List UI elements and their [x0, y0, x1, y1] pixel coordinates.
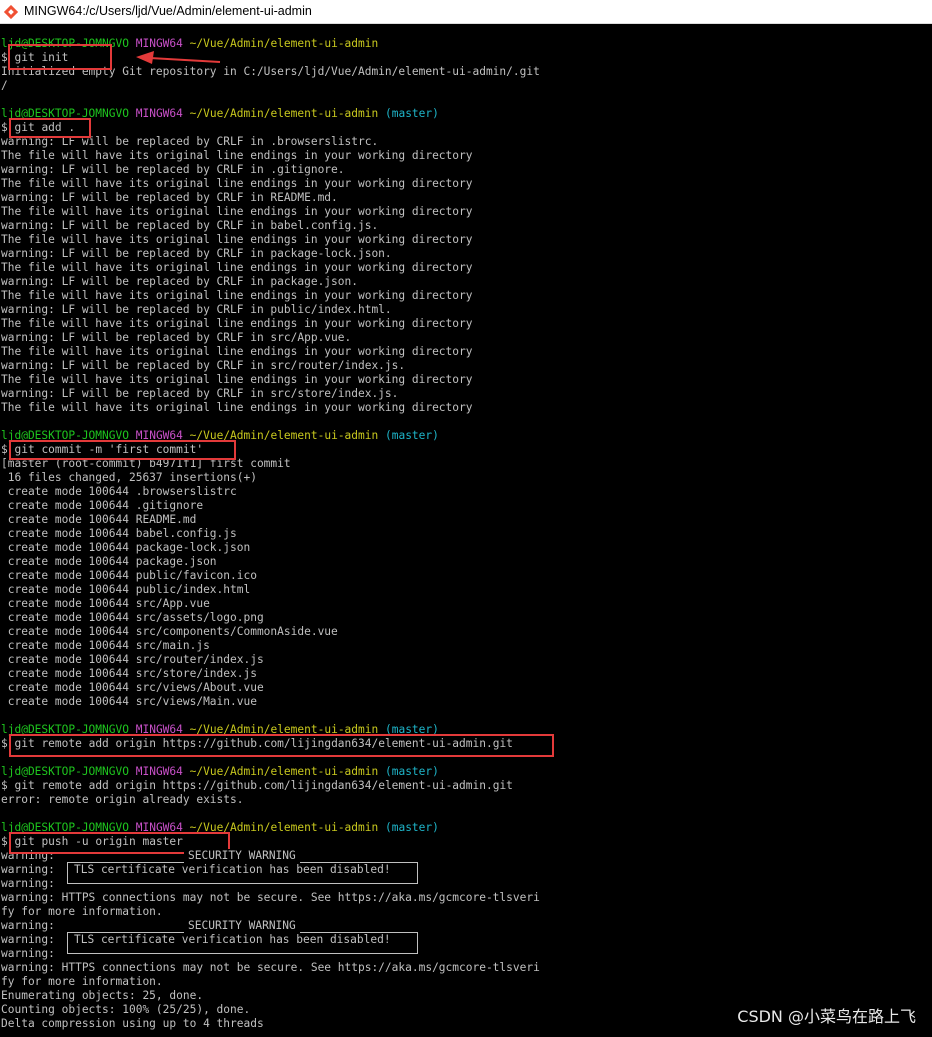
prompt-symbol: $ — [1, 779, 8, 792]
prompt-branch: (master) — [384, 429, 439, 442]
output-line: The file will have its original line end… — [1, 289, 473, 302]
output-line: The file will have its original line end… — [1, 233, 473, 246]
output-line: create mode 100644 src/App.vue — [1, 597, 210, 610]
output-line: warning: — [1, 919, 62, 932]
output-line: create mode 100644 src/views/Main.vue — [1, 695, 257, 708]
output-line: The file will have its original line end… — [1, 149, 473, 162]
output-line: warning: LF will be replaced by CRLF in … — [1, 135, 379, 148]
annotation-box-git-commit — [9, 440, 236, 460]
output-line: create mode 100644 package.json — [1, 555, 217, 568]
prompt-symbol: $ — [1, 443, 8, 456]
prompt-symbol: $ — [1, 51, 8, 64]
output-line: warning: HTTPS connections may not be se… — [1, 961, 540, 974]
output-line: The file will have its original line end… — [1, 317, 473, 330]
prompt-symbol: $ — [1, 835, 8, 848]
output-line: create mode 100644 src/assets/logo.png — [1, 611, 264, 624]
output-line: The file will have its original line end… — [1, 373, 473, 386]
prompt-user: ljd@DESKTOP-JOMNGVO — [1, 765, 129, 778]
security-warning-label: SECURITY WARNING — [184, 849, 300, 863]
tls-warning-message: TLS certificate verification has been di… — [74, 933, 391, 947]
output-line: warning: LF will be replaced by CRLF in … — [1, 331, 352, 344]
output-line: Enumerating objects: 25, done. — [1, 989, 204, 1002]
output-line: warning: LF will be replaced by CRLF in … — [1, 275, 358, 288]
annotation-box-git-remote — [9, 734, 554, 757]
prompt-line: ljd@DESKTOP-JOMNGVO MINGW64 ~/Vue/Admin/… — [1, 765, 932, 779]
output-line: warning: LF will be replaced by CRLF in … — [1, 247, 392, 260]
prompt-branch: (master) — [384, 821, 439, 834]
output-line: warning: LF will be replaced by CRLF in … — [1, 303, 392, 316]
security-warning-label: SECURITY WARNING — [184, 919, 300, 933]
output-line: The file will have its original line end… — [1, 401, 473, 414]
output-line: create mode 100644 babel.config.js — [1, 527, 237, 540]
command-line: $ git add . — [1, 121, 932, 135]
output-line: The file will have its original line end… — [1, 177, 473, 190]
output-line: create mode 100644 src/views/About.vue — [1, 681, 264, 694]
prompt-branch: (master) — [384, 765, 439, 778]
annotation-box-git-init — [8, 44, 112, 70]
output-line: fy for more information. — [1, 975, 163, 988]
command-text: git remote add origin https://github.com… — [14, 779, 513, 792]
arrow-icon — [136, 51, 221, 64]
prompt-line: ljd@DESKTOP-JOMNGVO MINGW64 ~/Vue/Admin/… — [1, 107, 932, 121]
command-line: $ git remote add origin https://github.c… — [1, 779, 932, 793]
output-line: warning: HTTPS connections may not be se… — [1, 891, 540, 904]
prompt-symbol: $ — [1, 737, 8, 750]
prompt-host: MINGW64 — [135, 765, 183, 778]
output-line: The file will have its original line end… — [1, 345, 473, 358]
prompt-symbol: $ — [1, 121, 8, 134]
output-line: fy for more information. — [1, 905, 163, 918]
output-line: create mode 100644 public/favicon.ico — [1, 569, 257, 582]
prompt-host: MINGW64 — [135, 107, 183, 120]
title-bar: MINGW64:/c/Users/ljd/Vue/Admin/element-u… — [0, 0, 932, 24]
output-line: error: remote origin already exists. — [1, 793, 244, 806]
git-bash-icon — [4, 5, 18, 19]
output-line: create mode 100644 src/components/Common… — [1, 625, 338, 638]
output-line: warning: LF will be replaced by CRLF in … — [1, 163, 345, 176]
output-line: create mode 100644 package-lock.json — [1, 541, 251, 554]
prompt-branch: (master) — [384, 107, 439, 120]
output-line: 16 files changed, 25637 insertions(+) — [1, 471, 257, 484]
prompt-path: ~/Vue/Admin/element-ui-admin — [189, 107, 379, 120]
output-line: create mode 100644 src/router/index.js — [1, 653, 264, 666]
tls-warning-message: TLS certificate verification has been di… — [74, 863, 391, 877]
output-line: / — [1, 79, 8, 92]
output-line: create mode 100644 src/store/index.js — [1, 667, 257, 680]
output-line: The file will have its original line end… — [1, 205, 473, 218]
output-line: warning: LF will be replaced by CRLF in … — [1, 359, 406, 372]
annotation-box-git-add — [9, 118, 91, 138]
window-title: MINGW64:/c/Users/ljd/Vue/Admin/element-u… — [24, 4, 312, 18]
prompt-path: ~/Vue/Admin/element-ui-admin — [189, 765, 379, 778]
output-line: create mode 100644 public/index.html — [1, 583, 251, 596]
output-line: create mode 100644 README.md — [1, 513, 197, 526]
output-line: create mode 100644 .gitignore — [1, 499, 204, 512]
output-line: The file will have its original line end… — [1, 261, 473, 274]
output-line: warning: LF will be replaced by CRLF in … — [1, 387, 399, 400]
output-line: warning: LF will be replaced by CRLF in … — [1, 219, 379, 232]
output-line: create mode 100644 src/main.js — [1, 639, 210, 652]
output-line: create mode 100644 .browserslistrc — [1, 485, 237, 498]
watermark: CSDN @小菜鸟在路上飞 — [737, 1007, 916, 1026]
output-line: warning: LF will be replaced by CRLF in … — [1, 191, 338, 204]
